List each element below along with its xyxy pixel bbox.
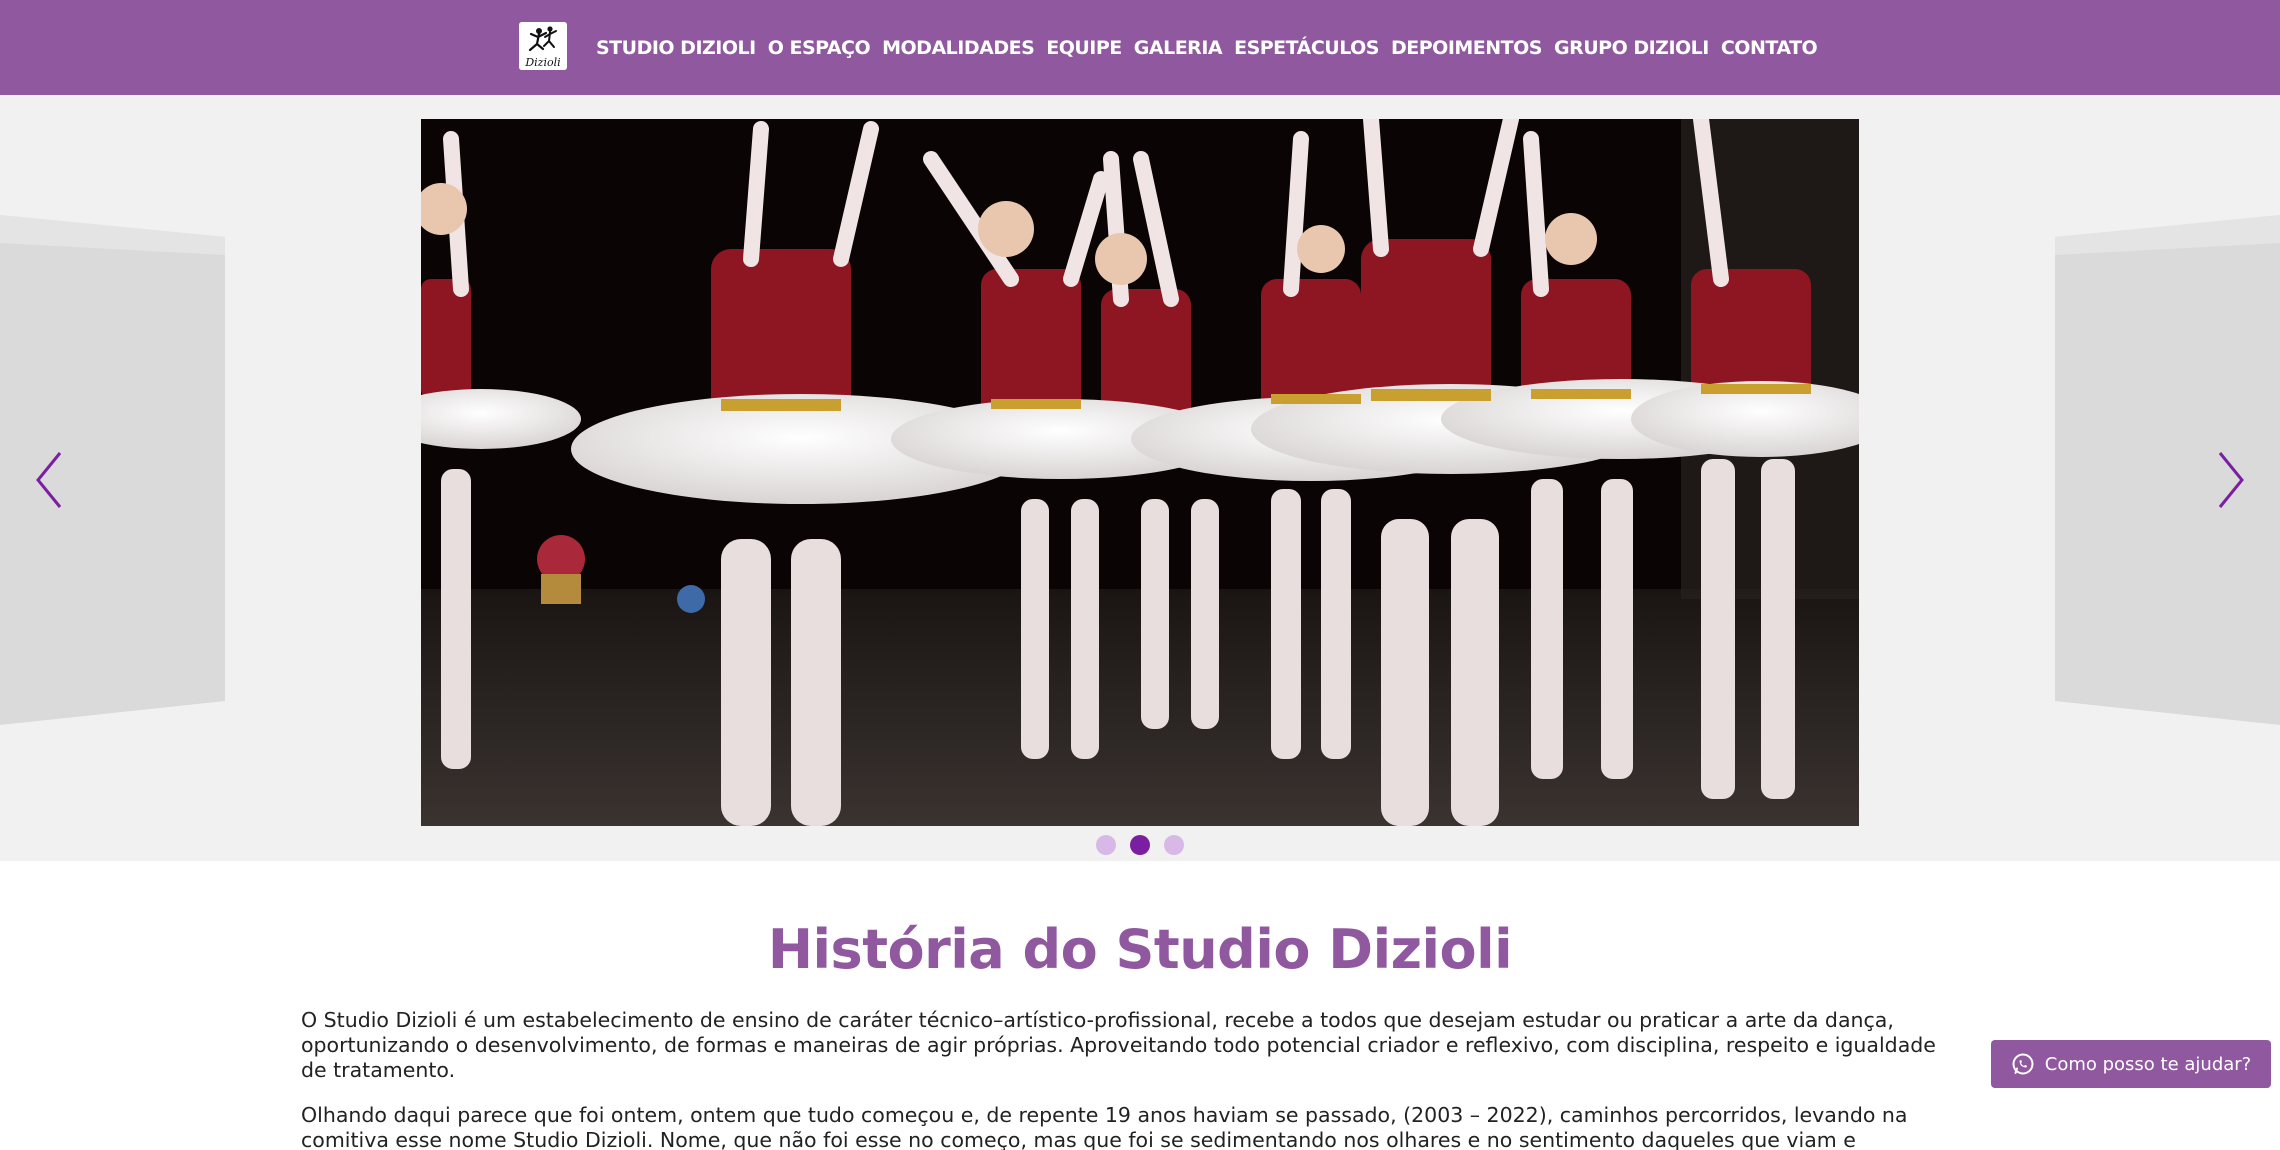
carousel-dot-3[interactable]: [1164, 835, 1184, 855]
carousel-pagination: [1096, 835, 1184, 855]
history-heading: História do Studio Dizioli: [767, 918, 1513, 981]
carousel-dot-2[interactable]: [1130, 835, 1150, 855]
history-body: O Studio Dizioli é um estabelecimento de…: [301, 1008, 1941, 1150]
whatsapp-help-button[interactable]: Como posso te ajudar?: [1991, 1040, 2271, 1088]
studio-dizioli-logo[interactable]: Dizioli: [519, 22, 567, 70]
ballet-dancers-photo: [421, 119, 1859, 826]
nav-depoimentos[interactable]: DEPOIMENTOS: [1391, 37, 1542, 59]
history-paragraph-2: Olhando daqui parece que foi ontem, onte…: [301, 1103, 1908, 1150]
nav-equipe[interactable]: EQUIPE: [1046, 37, 1122, 59]
main-menu: STUDIO DIZIOLI O ESPAÇO MODALIDADES EQUI…: [596, 0, 1829, 95]
nav-studio-dizioli[interactable]: STUDIO DIZIOLI: [596, 37, 756, 59]
nav-galeria[interactable]: GALERIA: [1134, 37, 1223, 59]
carousel-next-button[interactable]: [2208, 445, 2248, 515]
nav-grupo-dizioli[interactable]: GRUPO DIZIOLI: [1554, 37, 1709, 59]
whatsapp-icon: [2012, 1053, 2034, 1075]
chevron-right-icon: [2218, 452, 2244, 508]
whatsapp-help-label: Como posso te ajudar?: [2044, 1053, 2252, 1075]
hero-carousel: [0, 95, 2280, 861]
carousel-dot-1[interactable]: [1096, 835, 1116, 855]
nav-modalidades[interactable]: MODALIDADES: [882, 37, 1035, 59]
history-paragraph-1: O Studio Dizioli é um estabelecimento de…: [301, 1008, 1936, 1082]
svg-text:Dizioli: Dizioli: [524, 56, 560, 69]
top-navigation-bar: Dizioli STUDIO DIZIOLI O ESPAÇO MODALIDA…: [0, 0, 2280, 95]
nav-contato[interactable]: CONTATO: [1721, 37, 1818, 59]
chevron-left-icon: [36, 452, 62, 508]
nav-o-espaco[interactable]: O ESPAÇO: [768, 37, 871, 59]
carousel-prev-button[interactable]: [32, 445, 72, 515]
nav-espetaculos[interactable]: ESPETÁCULOS: [1234, 37, 1379, 59]
